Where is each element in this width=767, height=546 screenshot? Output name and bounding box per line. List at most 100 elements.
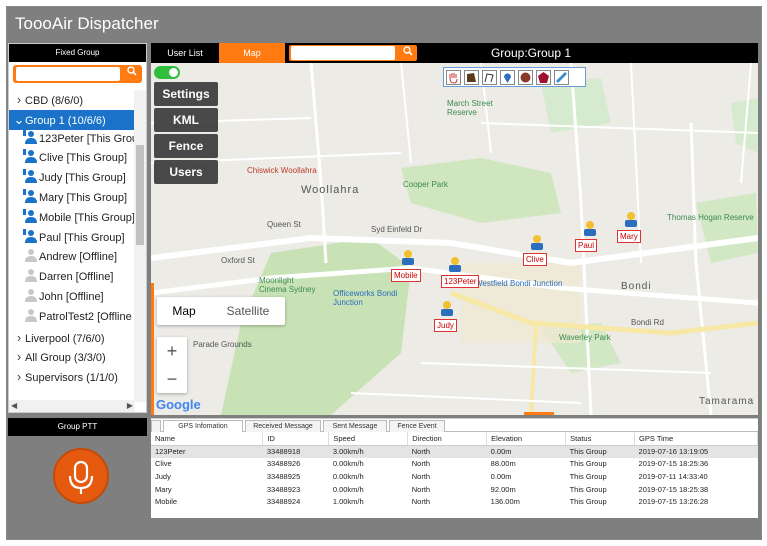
user-marker-label[interactable]: Paul [575, 239, 598, 252]
group-search-input[interactable] [16, 67, 120, 81]
map-view[interactable]: Settings KML Fence Users Woollahra Coope… [151, 63, 758, 415]
user-marker-label[interactable]: Mary [617, 230, 641, 243]
table-row[interactable]: Judy 33488925 0.00km/h North 0.00m This Group… [151, 470, 758, 483]
tree-node-label: John [Offline] [39, 290, 104, 303]
table-row[interactable]: 123Peter 33488918 3.00km/h North 0.00m This G… [151, 445, 758, 458]
tree-user-node[interactable]: PatrolTest2 [Offline [9, 308, 135, 328]
tree-group-node[interactable]: › Supervisors (1/1/0) [9, 367, 135, 387]
tree-user-node[interactable]: Judy [This Group] [9, 169, 135, 189]
left-panel: Fixed Group › CBD (8/6/0) ⌄Group 1 (10/6/6… [8, 43, 147, 413]
user-marker-icon[interactable] [581, 219, 599, 237]
tree-group-node[interactable]: › All Group (3/3/0) [9, 347, 135, 367]
chevron-right-icon[interactable]: › [13, 347, 25, 367]
ptt-button[interactable] [53, 448, 109, 504]
circle-icon[interactable] [518, 70, 533, 85]
table-row[interactable]: Mobile 33488924 1.00km/h North 136.00m This G… [151, 495, 758, 508]
marker-icon[interactable] [500, 70, 515, 85]
column-header[interactable]: Direction [407, 432, 488, 446]
place-label: Waverley Park [559, 333, 611, 342]
column-header[interactable]: Status [565, 432, 636, 446]
table-cell: 0.00m [486, 445, 566, 458]
table-cell: 33488924 [266, 497, 301, 507]
chevron-right-icon[interactable]: › [13, 367, 25, 387]
polyline-icon[interactable] [482, 70, 497, 85]
map-type-map-button[interactable]: Map [157, 297, 211, 325]
map-search-input[interactable] [291, 46, 395, 60]
online-user-icon [23, 188, 37, 203]
tree-user-node[interactable]: Andrew [Offline] [9, 248, 135, 268]
tab-user-list[interactable]: User List [151, 43, 219, 63]
tree-user-node[interactable]: Clive [This Group] [9, 149, 135, 169]
users-button[interactable]: Users [154, 160, 218, 184]
scroll-left-icon[interactable]: ◀ [11, 401, 17, 410]
user-marker-icon[interactable] [622, 210, 640, 228]
tab-spacer [151, 420, 161, 432]
table-cell: 2019-07-15 18:25:36 [638, 459, 709, 469]
tab-received-message[interactable]: Received Message [245, 420, 321, 432]
tab-map[interactable]: Map [219, 43, 285, 63]
tree-user-node[interactable]: Paul [This Group] [9, 228, 135, 249]
zoom-out-button[interactable]: − [157, 365, 187, 393]
place-label: Queen St [267, 220, 301, 229]
tab-fence-event[interactable]: Fence Event [389, 420, 445, 432]
fence-button[interactable]: Fence [154, 134, 218, 158]
zoom-in-button[interactable]: + [157, 337, 187, 365]
table-row[interactable]: Clive 33488926 0.00km/h North 88.00m This Gro… [151, 458, 758, 471]
tree-user-node[interactable]: 123Peter [This Grou [9, 129, 135, 150]
column-header[interactable]: Name [151, 432, 264, 446]
user-marker-label[interactable]: 123Peter [441, 275, 480, 288]
tab-gps-info[interactable]: GPS Infomation [163, 420, 243, 432]
search-icon[interactable] [401, 45, 415, 61]
tree-group-node[interactable]: › CBD (8/6/0) [9, 90, 135, 110]
map-drawing-tools [443, 67, 586, 87]
tab-sent-message[interactable]: Sent Message [323, 420, 387, 432]
google-logo: Google [156, 397, 201, 412]
user-marker-label[interactable]: Clive [523, 253, 547, 266]
map-type-satellite-button[interactable]: Satellite [211, 297, 285, 325]
table-cell: North [411, 459, 431, 469]
user-marker-icon[interactable] [528, 233, 546, 251]
tree-horizontal-scrollbar[interactable]: ◀ ▶ [9, 400, 135, 412]
table-row[interactable]: Mary 33488923 0.00km/h North 92.00m This Grou… [151, 483, 758, 496]
column-header[interactable]: GPS Time [634, 432, 758, 446]
column-header[interactable]: Elevation [486, 432, 567, 446]
chevron-right-icon[interactable]: › [13, 328, 25, 348]
table-cell: This Group [569, 471, 607, 481]
table-cell: 0.00m [490, 471, 512, 481]
user-marker-label[interactable]: Judy [434, 319, 457, 332]
offline-user-icon [25, 308, 37, 322]
tree-user-node[interactable]: John [Offline] [9, 288, 135, 308]
offline-user-icon [25, 249, 37, 263]
tree-user-node[interactable]: Darren [Offline] [9, 268, 135, 288]
column-header[interactable]: Speed [328, 432, 409, 446]
tree-vertical-scrollbar[interactable] [134, 90, 146, 402]
pentagon-icon[interactable] [536, 70, 551, 85]
user-marker-icon[interactable] [446, 255, 464, 273]
tree-node-label: Judy [This Group] [39, 172, 126, 185]
polygon-icon[interactable] [464, 70, 479, 85]
tree-user-node[interactable]: Mary [This Group] [9, 188, 135, 209]
tree-user-node[interactable]: Mobile [This Group] [9, 208, 135, 229]
column-header[interactable]: ID [262, 432, 330, 446]
tree-group-node[interactable]: ⌄Group 1 (10/6/6) [9, 109, 135, 130]
scroll-right-icon[interactable]: ▶ [127, 401, 133, 410]
user-marker-label[interactable]: Mobile [391, 269, 421, 282]
chevron-right-icon[interactable]: › [13, 90, 25, 110]
ruler-icon[interactable] [554, 70, 569, 85]
user-marker-icon[interactable] [399, 248, 417, 266]
chevron-down-icon[interactable]: ⌄ [13, 110, 25, 130]
kml-button[interactable]: KML [154, 108, 218, 132]
settings-button[interactable]: Settings [154, 82, 218, 106]
hand-icon[interactable] [446, 70, 461, 85]
panel-collapse-handle[interactable] [524, 412, 554, 415]
table-cell: 0.00km/h [332, 484, 364, 494]
map-toggle-switch[interactable] [154, 66, 180, 79]
fixed-group-header: Fixed Group [9, 44, 146, 62]
scroll-thumb[interactable] [136, 145, 144, 245]
table-cell: 33488926 [266, 459, 301, 469]
user-marker-icon[interactable] [438, 299, 456, 317]
table-cell: 3.00km/h [328, 445, 408, 458]
table-cell: 136.00m [490, 497, 520, 507]
tree-group-node[interactable]: › Liverpool (7/6/0) [9, 328, 135, 348]
search-icon[interactable] [125, 66, 139, 80]
